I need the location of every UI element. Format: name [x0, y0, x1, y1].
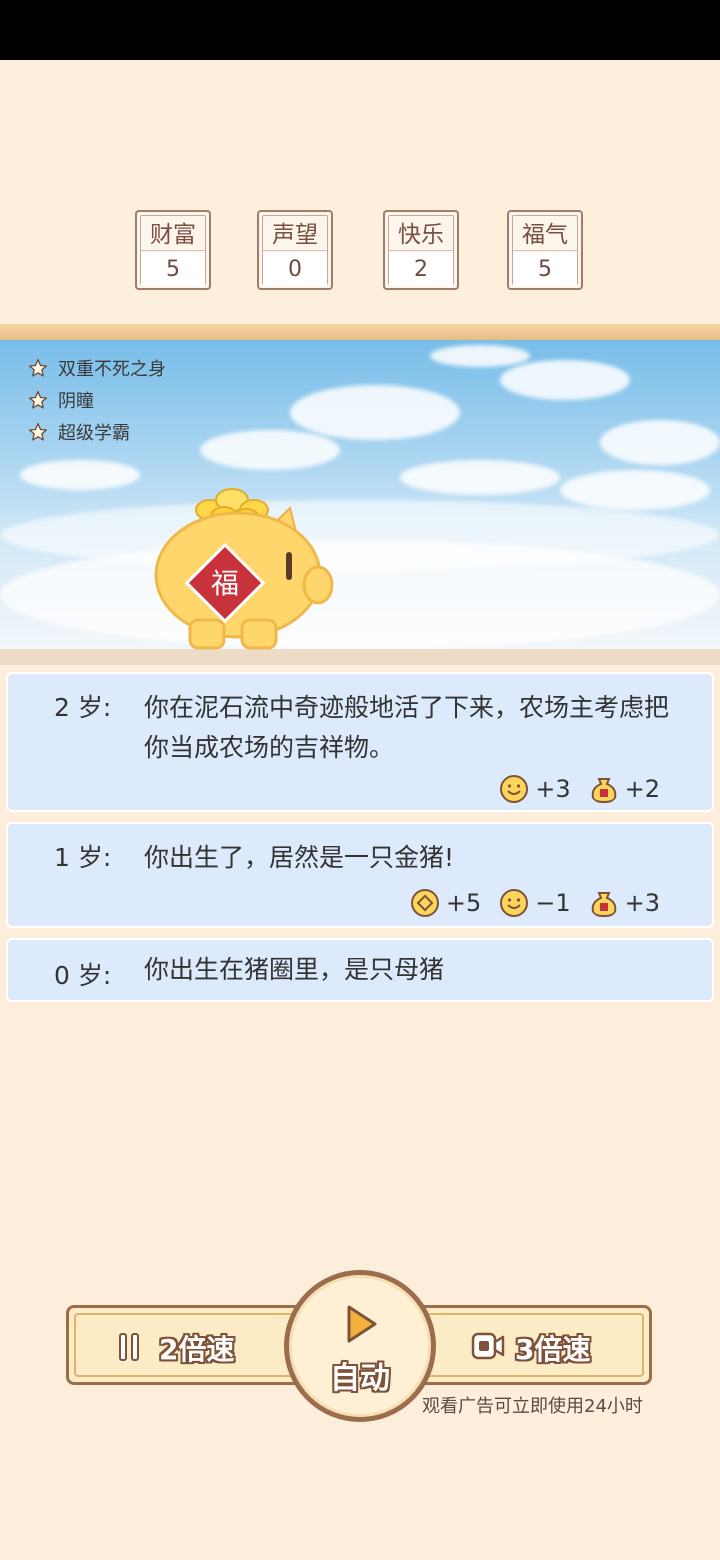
star-icon: [29, 391, 47, 409]
speed-3x-button[interactable]: 3倍速: [414, 1305, 652, 1385]
coin-icon: [410, 889, 439, 917]
ad-hint-text: 观看广告可立即使用24小时: [422, 1396, 643, 1417]
effect-item: +2: [589, 774, 660, 804]
log-effects: +3 +2: [499, 774, 660, 804]
effect-item: +5: [410, 888, 481, 918]
fortune-bag-icon: [591, 778, 616, 804]
play-icon: [347, 1305, 377, 1343]
effect-item: +3: [589, 888, 660, 918]
auto-label: 自动: [330, 1361, 390, 1396]
effect-value: +5: [445, 889, 482, 917]
log-text: 你出生在猪圈里，是只母猪: [144, 955, 445, 984]
log-age: 0 岁:: [54, 961, 112, 990]
effect-item: −1: [499, 888, 571, 918]
effect-value: +3: [535, 775, 571, 803]
stat-label: 声望: [263, 214, 327, 251]
stat-reputation: 声望 0: [257, 210, 333, 290]
scene-bottom-rail: [0, 655, 720, 665]
trait-label: 超级学霸: [58, 423, 130, 444]
log-entry: 2 岁: 你在泥石流中奇迹般地活了下来，农场主考虑把你当成农场的吉祥物。 +3 …: [6, 672, 714, 812]
effect-value: +3: [624, 889, 660, 917]
log-age: 2 岁:: [54, 693, 112, 722]
stat-label: 财富: [141, 214, 205, 251]
header-background: [0, 60, 720, 330]
stat-value: 0: [263, 252, 327, 286]
video-ad-icon: [471, 1332, 505, 1360]
fu-badge-text: 福: [211, 567, 239, 600]
stat-label: 福气: [513, 214, 577, 251]
smile-icon: [500, 889, 529, 917]
effect-value: +2: [624, 775, 660, 803]
stat-value: 5: [141, 252, 205, 286]
scene-top-rail: [0, 324, 720, 340]
log-text: 你出生了，居然是一只金猪!: [144, 843, 455, 872]
stat-label: 快乐: [389, 214, 453, 251]
stat-value: 2: [389, 252, 453, 286]
log-effects: +5 −1 +3: [410, 888, 660, 918]
log-text: 你在泥石流中奇迹般地活了下来，农场主考虑把你当成农场的吉祥物。: [144, 693, 670, 762]
effect-value: −1: [535, 889, 571, 917]
log-entry: 0 岁: 你出生在猪圈里，是只母猪: [6, 938, 714, 1002]
trait-item: 双重不死之身: [28, 354, 166, 382]
star-icon: [29, 359, 47, 377]
trait-item: 超级学霸: [28, 418, 130, 446]
fortune-bag-icon: [591, 892, 616, 918]
trait-label: 阴瞳: [58, 391, 94, 412]
stat-value: 5: [513, 252, 577, 286]
stat-wealth: 财富 5: [135, 210, 211, 290]
pause-icon: [119, 1333, 141, 1361]
log-age: 1 岁:: [54, 843, 112, 872]
speed-2x-label: 2倍速: [159, 1333, 235, 1366]
sky-scene: [0, 340, 720, 655]
golden-pig-icon: 福: [154, 488, 334, 650]
trait-label: 双重不死之身: [58, 359, 166, 380]
status-bar: [0, 0, 720, 60]
trait-item: 阴瞳: [28, 386, 94, 414]
effect-item: +3: [499, 774, 571, 804]
speed-2x-button[interactable]: 2倍速: [66, 1305, 306, 1385]
auto-play-button[interactable]: 自动: [284, 1270, 436, 1422]
stat-fortune: 福气 5: [507, 210, 583, 290]
stat-happiness: 快乐 2: [383, 210, 459, 290]
speed-3x-label: 3倍速: [515, 1333, 591, 1366]
smile-icon: [500, 775, 529, 803]
star-icon: [29, 423, 47, 441]
log-entry: 1 岁: 你出生了，居然是一只金猪! +5 −1 +3: [6, 822, 714, 928]
